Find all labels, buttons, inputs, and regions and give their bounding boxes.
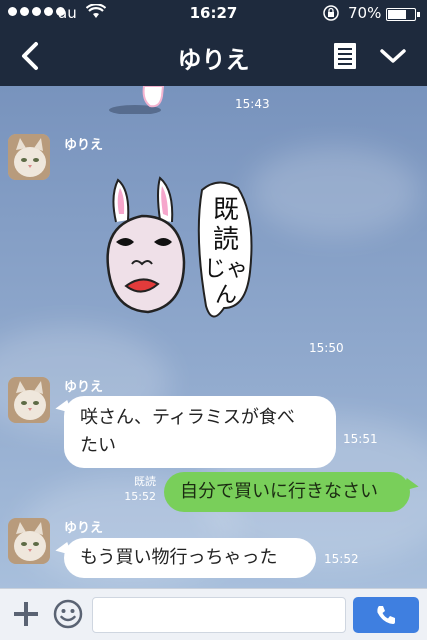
sticker-image[interactable]: 既 読 じゃ ん <box>98 176 268 336</box>
message-text: もう買い物行っちゃった <box>80 547 278 568</box>
sticker-text-2: 読 <box>213 225 239 255</box>
avatar[interactable] <box>8 518 50 564</box>
sender-name: ゆりえ <box>64 521 104 536</box>
message-bubble[interactable]: もう買い物行っちゃった <box>64 538 316 578</box>
sender-name: ゆりえ <box>64 380 104 395</box>
chat-area[interactable]: 15:43 ゆりえ 既 読 じゃ ん 15:50 ゆりえ 咲さん、ティラミスが食… <box>0 86 427 588</box>
chevron-down-icon[interactable] <box>378 44 408 68</box>
call-button[interactable] <box>353 597 419 633</box>
avatar[interactable] <box>8 134 50 180</box>
message-text-line: 咲さん、ティラミスが食べ <box>80 407 295 428</box>
message-time: 15:52 <box>124 490 156 503</box>
message-bubble[interactable]: 咲さん、ティラミスが食べ たい <box>64 396 336 468</box>
sticker-text-4: ん <box>215 283 237 308</box>
read-receipt: 既読 15:52 <box>118 474 156 504</box>
rotation-lock-icon <box>323 5 339 21</box>
battery-percent: 70% <box>348 4 382 22</box>
previous-sticker-fragment <box>109 86 165 114</box>
sticker-text-3: じゃ <box>204 257 248 282</box>
message-text-line: たい <box>80 435 116 456</box>
sender-name: ゆりえ <box>64 138 104 153</box>
smiley-icon[interactable] <box>52 598 84 630</box>
message-input[interactable] <box>92 597 346 633</box>
avatar[interactable] <box>8 377 50 423</box>
sticker-text-1: 既 <box>213 195 239 225</box>
chat-header: ゆりえ <box>0 26 427 86</box>
notes-icon[interactable] <box>333 42 357 70</box>
message-bubble-outgoing[interactable]: 自分で買いに行きなさい <box>164 472 410 512</box>
message-time: 15:51 <box>343 432 378 446</box>
chat-title: ゆりえ <box>177 46 250 74</box>
status-bar: au 16:27 70% <box>0 0 427 26</box>
battery-icon <box>386 8 420 21</box>
input-bar <box>0 588 427 640</box>
phone-icon <box>377 606 395 624</box>
message-time: 15:50 <box>309 341 344 355</box>
message-time: 15:52 <box>324 552 359 566</box>
plus-icon[interactable] <box>10 598 42 630</box>
message-time: 15:43 <box>235 97 270 111</box>
message-text: 自分で買いに行きなさい <box>180 481 378 502</box>
read-label: 既読 <box>134 475 156 488</box>
